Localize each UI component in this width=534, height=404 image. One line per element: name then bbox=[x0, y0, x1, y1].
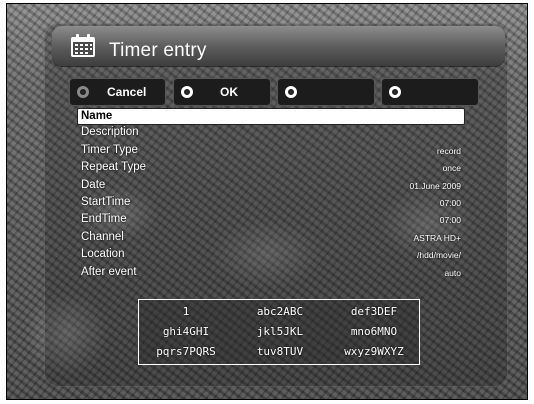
field-value: once bbox=[442, 163, 461, 174]
keypad-key-1[interactable]: 1 bbox=[139, 305, 233, 318]
keypad-key-8[interactable]: tuv8TUV bbox=[233, 345, 327, 358]
keypad-key-5[interactable]: jkl5JKL bbox=[233, 325, 327, 338]
field-value: record bbox=[436, 145, 461, 156]
field-label: Repeat Type bbox=[81, 161, 147, 174]
field-value: 07:00 bbox=[439, 197, 461, 208]
yellow-button[interactable] bbox=[277, 78, 375, 106]
ok-button[interactable]: OK bbox=[173, 78, 271, 106]
cancel-label: Cancel bbox=[107, 85, 147, 99]
ok-label: OK bbox=[220, 85, 238, 99]
keypad-key-3[interactable]: def3DEF bbox=[327, 305, 421, 318]
yellow-key-icon bbox=[285, 86, 297, 98]
timer-field-list: Name Description Timer Type record Repea… bbox=[77, 108, 465, 282]
field-label: Date bbox=[81, 178, 106, 191]
field-row-name[interactable]: Name bbox=[77, 108, 465, 125]
field-value: auto bbox=[444, 267, 461, 278]
field-value: /hdd/movie/ bbox=[417, 250, 461, 261]
tv-screen: Timer entry Cancel OK Name Description T… bbox=[6, 3, 528, 400]
field-label: Location bbox=[81, 248, 125, 261]
keypad-key-2[interactable]: abc2ABC bbox=[233, 305, 327, 318]
text-input-keypad: 1 abc2ABC def3DEF ghi4GHI jkl5JKL mno6MN… bbox=[138, 299, 420, 365]
field-row-start-time[interactable]: StartTime 07:00 bbox=[77, 195, 465, 212]
field-label: Name bbox=[81, 110, 113, 122]
field-row-timer-type[interactable]: Timer Type record bbox=[77, 143, 465, 160]
field-row-channel[interactable]: Channel ASTRA HD+ bbox=[77, 230, 465, 247]
field-label: StartTime bbox=[81, 195, 131, 208]
field-label: Channel bbox=[81, 230, 124, 243]
blue-key-icon bbox=[389, 86, 401, 98]
keypad-key-6[interactable]: mno6MNO bbox=[327, 325, 421, 338]
field-label: EndTime bbox=[81, 213, 127, 226]
field-row-repeat-type[interactable]: Repeat Type once bbox=[77, 160, 465, 177]
cancel-button[interactable]: Cancel bbox=[69, 78, 166, 106]
field-row-after-event[interactable]: After event auto bbox=[77, 265, 465, 282]
field-label: Description bbox=[81, 126, 139, 139]
field-value: 07:00 bbox=[439, 215, 461, 226]
green-key-icon bbox=[181, 86, 193, 98]
field-row-location[interactable]: Location /hdd/movie/ bbox=[77, 247, 465, 264]
calendar-icon bbox=[71, 34, 95, 57]
keypad-key-9[interactable]: wxyz9WXYZ bbox=[327, 345, 421, 358]
red-key-icon bbox=[77, 86, 89, 98]
window-title: Timer entry bbox=[109, 40, 207, 61]
keypad-key-7[interactable]: pqrs7PQRS bbox=[139, 345, 233, 358]
field-value: 01.June 2009 bbox=[409, 180, 461, 191]
field-label: Timer Type bbox=[81, 143, 138, 156]
field-value: ASTRA HD+ bbox=[413, 232, 461, 243]
field-row-description[interactable]: Description bbox=[77, 125, 465, 142]
blue-button[interactable] bbox=[381, 78, 479, 106]
field-label: After event bbox=[81, 265, 137, 278]
keypad-key-4[interactable]: ghi4GHI bbox=[139, 325, 233, 338]
field-row-date[interactable]: Date 01.June 2009 bbox=[77, 178, 465, 195]
field-row-end-time[interactable]: EndTime 07:00 bbox=[77, 212, 465, 229]
